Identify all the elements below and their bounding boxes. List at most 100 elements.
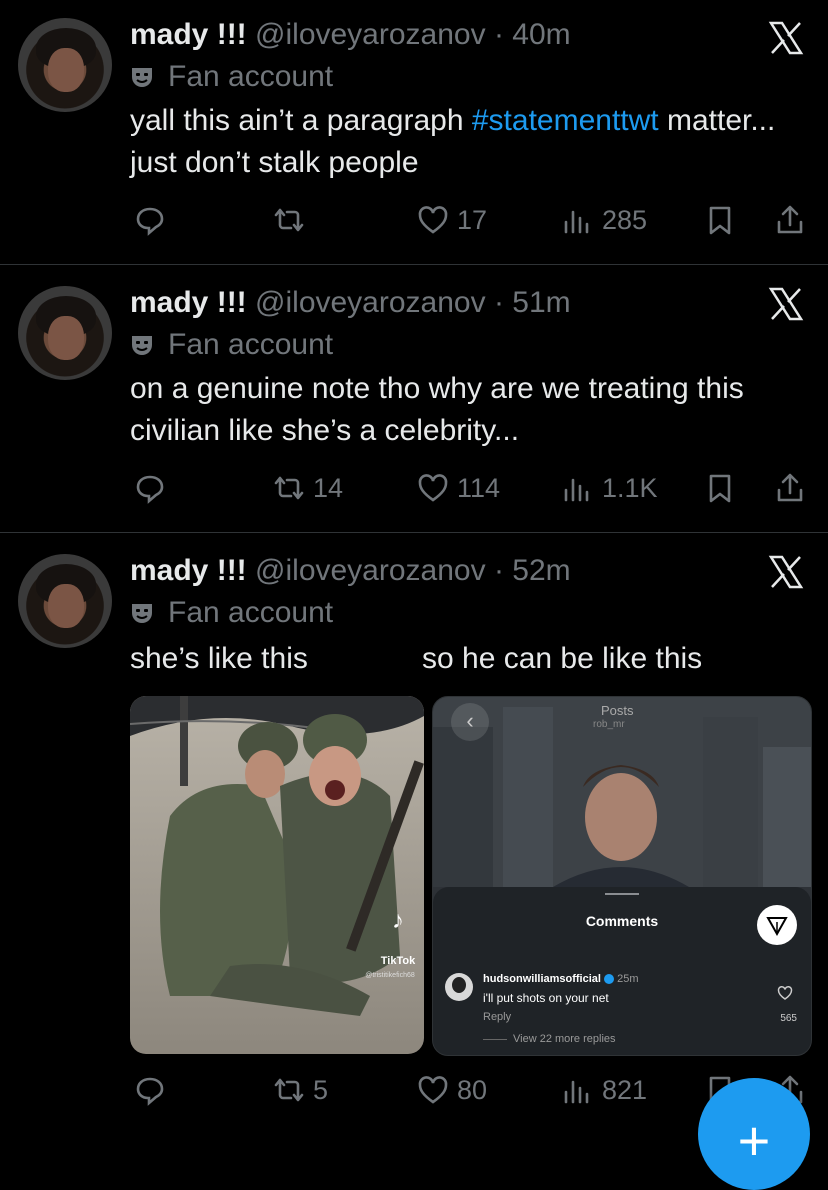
- tweet-text-part: yall this ain’t a paragraph: [130, 104, 472, 137]
- fan-account-badge: Fan account: [168, 60, 334, 93]
- comment-header: hudsonwilliamsofficial 25m: [483, 973, 639, 985]
- comment-time: 25m: [617, 973, 639, 985]
- view-more-replies-link[interactable]: View 22 more replies: [513, 1033, 616, 1045]
- verified-badge-icon: [604, 974, 615, 985]
- timestamp[interactable]: 51m: [512, 286, 570, 319]
- heart-icon: [418, 474, 448, 502]
- avatar[interactable]: [18, 286, 112, 380]
- views-button[interactable]: 821: [562, 1070, 647, 1110]
- retweet-count: 14: [313, 472, 344, 503]
- fan-account-badge: Fan account: [168, 328, 334, 361]
- x-logo-icon[interactable]: [768, 554, 804, 590]
- posts-username: rob_mr: [593, 719, 625, 730]
- retweet-count: 5: [313, 1074, 329, 1105]
- tweet-1[interactable]: mady !!! @iloveyarozanov · 40m Fan accou…: [0, 0, 828, 264]
- tweet-header: mady !!! @iloveyarozanov · 40m: [130, 18, 571, 51]
- share-icon: [777, 205, 803, 234]
- heart-icon: [418, 206, 448, 234]
- views-button[interactable]: 1.1K: [562, 468, 658, 508]
- plus-icon: +: [737, 1109, 771, 1172]
- media-image-right[interactable]: ‹ Posts rob_mr Comments hudsonwilliamsof…: [432, 696, 812, 1056]
- share-button[interactable]: [774, 468, 806, 508]
- compose-button[interactable]: +: [698, 1078, 810, 1190]
- theater-mask-icon: [132, 604, 152, 623]
- reply-button[interactable]: [134, 200, 174, 240]
- retweet-button[interactable]: 5: [273, 1070, 328, 1110]
- tweet-2[interactable]: mady !!! @iloveyarozanov · 51m Fan accou…: [0, 270, 828, 532]
- account-label: Fan account: [130, 596, 333, 630]
- back-chevron-button[interactable]: ‹: [451, 703, 489, 741]
- avatar[interactable]: [18, 18, 112, 112]
- tiktok-watermark: TikTok: [381, 955, 416, 967]
- timestamp[interactable]: 52m: [512, 554, 570, 587]
- view-count: 821: [602, 1074, 648, 1105]
- like-button[interactable]: 80: [417, 1070, 487, 1110]
- reply-icon: [136, 1077, 164, 1106]
- display-name[interactable]: mady !!!: [130, 286, 247, 319]
- send-icon: [766, 917, 788, 937]
- soldiers-photo: ♪ TikTok @tristitikefich68: [130, 696, 424, 1054]
- comment-like-count: 565: [780, 1013, 797, 1024]
- comment-username[interactable]: hudsonwilliamsofficial: [483, 973, 601, 985]
- user-handle[interactable]: @iloveyarozanov: [255, 18, 486, 51]
- retweet-icon: [274, 208, 304, 232]
- views-chart-icon: [564, 1080, 589, 1104]
- tweet-text-left: she’s like this: [130, 642, 308, 675]
- tweet-header: mady !!! @iloveyarozanov · 52m: [130, 554, 571, 587]
- theater-mask-icon: [132, 336, 152, 355]
- share-button[interactable]: [774, 200, 806, 240]
- posts-label: Posts: [601, 703, 634, 718]
- like-count: 17: [457, 204, 488, 235]
- theater-mask-icon: [132, 68, 152, 87]
- comment-text: i'll put shots on your net: [483, 991, 609, 1005]
- view-count: 285: [602, 204, 648, 235]
- media-image-left[interactable]: ♪ TikTok @tristitikefich68: [130, 696, 424, 1054]
- tiktok-icon: ♪: [392, 907, 404, 934]
- retweet-button[interactable]: 14: [273, 468, 343, 508]
- tweet-actions: 17 285: [130, 200, 810, 240]
- divider: [0, 532, 828, 533]
- hashtag-link[interactable]: #statementtwt: [472, 104, 659, 137]
- heart-icon: [418, 1076, 448, 1104]
- send-button[interactable]: [757, 905, 797, 945]
- heart-icon: [777, 985, 793, 1000]
- views-button[interactable]: 285: [562, 200, 647, 240]
- reply-button[interactable]: [134, 468, 174, 508]
- fan-account-badge: Fan account: [168, 596, 334, 629]
- comments-panel: Comments hudsonwilliamsofficial 25m i'll…: [433, 887, 811, 1055]
- timestamp[interactable]: 40m: [512, 18, 570, 51]
- drag-handle[interactable]: [605, 893, 639, 895]
- like-button[interactable]: 114: [417, 468, 500, 508]
- view-more-divider: [483, 1039, 507, 1040]
- comment-like-button[interactable]: [777, 985, 793, 1001]
- bookmark-button[interactable]: [704, 468, 736, 508]
- divider: [0, 264, 828, 265]
- like-button[interactable]: 17: [417, 200, 487, 240]
- tweet-text: yall this ain’t a paragraph #statementtw…: [130, 100, 800, 184]
- display-name[interactable]: mady !!!: [130, 18, 247, 51]
- views-chart-icon: [564, 478, 589, 502]
- comment-reply-link[interactable]: Reply: [483, 1011, 511, 1023]
- tweet-actions: 14 114 1.1K: [130, 468, 810, 508]
- share-icon: [777, 473, 803, 502]
- bookmark-icon: [709, 206, 731, 235]
- x-logo-icon[interactable]: [768, 20, 804, 56]
- account-label: Fan account: [130, 60, 333, 94]
- like-count: 114: [457, 472, 501, 503]
- user-handle[interactable]: @iloveyarozanov: [255, 554, 486, 587]
- reply-icon: [136, 475, 164, 504]
- account-label: Fan account: [130, 328, 333, 362]
- x-logo-icon[interactable]: [768, 286, 804, 322]
- tweet-header: mady !!! @iloveyarozanov · 51m: [130, 286, 571, 319]
- retweet-button[interactable]: [273, 200, 313, 240]
- commenter-avatar[interactable]: [445, 973, 473, 1001]
- reply-button[interactable]: [134, 1070, 174, 1110]
- views-chart-icon: [564, 210, 589, 234]
- user-handle[interactable]: @iloveyarozanov: [255, 286, 486, 319]
- bookmark-button[interactable]: [704, 200, 736, 240]
- display-name[interactable]: mady !!!: [130, 554, 247, 587]
- bookmark-icon: [709, 474, 731, 503]
- avatar[interactable]: [18, 554, 112, 648]
- tweet-text: she’s like this so he can be like this: [130, 638, 800, 680]
- like-count: 80: [457, 1074, 488, 1105]
